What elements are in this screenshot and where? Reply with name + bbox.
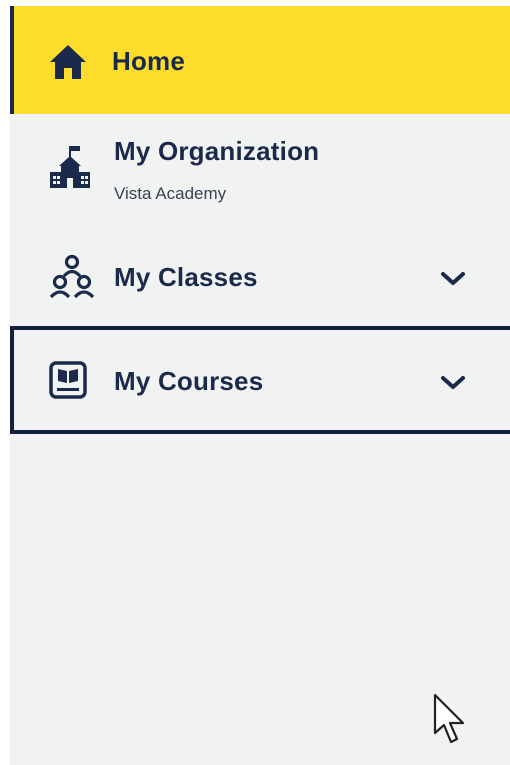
nav-item-my-organization-label: My Organization <box>114 136 320 166</box>
nav-item-home[interactable]: Home <box>10 6 510 114</box>
home-icon <box>50 45 86 79</box>
school-icon <box>50 146 90 188</box>
nav-item-my-courses[interactable]: My Courses <box>10 326 510 434</box>
organization-name: Vista Academy <box>114 184 227 203</box>
course-book-icon <box>49 361 87 399</box>
nav-item-my-classes[interactable]: My Classes <box>10 224 510 326</box>
mouse-cursor-icon <box>433 693 465 744</box>
nav-item-my-courses-label: My Courses <box>114 366 264 396</box>
chevron-down-icon[interactable] <box>440 270 466 288</box>
nav-item-my-organization[interactable]: My Organization Vista Academy <box>10 114 510 224</box>
chevron-down-icon[interactable] <box>440 374 466 392</box>
nav-item-my-classes-label: My Classes <box>114 262 258 292</box>
sidebar-panel: Home My Organization Vista Academy My Cl… <box>10 6 510 765</box>
nav-item-home-label: Home <box>112 46 186 76</box>
users-group-icon <box>50 254 94 299</box>
